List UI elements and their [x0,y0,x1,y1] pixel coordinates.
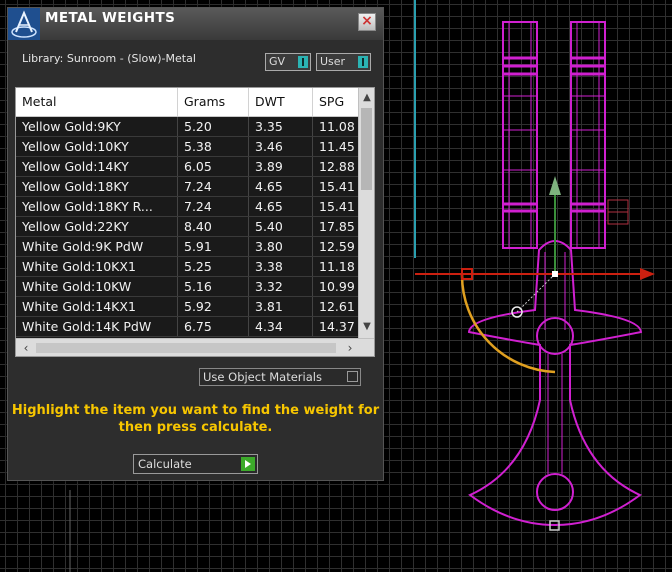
cell-metal: Yellow Gold:18KY [16,177,178,196]
cell-grams: 5.20 [178,117,249,136]
cell-spg: 11.45 [319,139,355,154]
use-object-materials-label: Use Object Materials [203,370,322,384]
dialog-titlebar[interactable]: METAL WEIGHTS × [8,8,383,40]
cell-metal: White Gold:14K PdW [16,317,178,336]
y-axis-arrow[interactable] [549,176,561,195]
cell-dwt: 3.38 [249,257,313,276]
scroll-down-arrow-icon[interactable]: ▼ [359,319,374,335]
cell-metal: Yellow Gold:9KY [16,117,178,136]
checkbox-icon [347,371,358,382]
table-row[interactable]: Yellow Gold:10KY 5.38 3.46 11.45 [16,137,358,157]
cell-metal: Yellow Gold:10KY [16,137,178,156]
table-row[interactable]: White Gold:10KX1 5.25 3.38 11.18 [16,257,358,277]
user-toggle-label: User [320,55,346,68]
calculate-label: Calculate [138,457,192,471]
cell-grams: 7.24 [178,197,249,216]
cell-spg: 12.59 [319,239,355,254]
cell-grams: 7.24 [178,177,249,196]
cell-metal: White Gold:10KX1 [16,257,178,276]
pivot-point[interactable] [552,271,558,277]
cell-grams: 5.91 [178,237,249,256]
cell-dwt: 3.89 [249,157,313,176]
horizontal-scrollbar[interactable]: ‹ › [16,338,374,356]
table-row[interactable]: Yellow Gold:14KY 6.05 3.89 12.88 [16,157,358,177]
horizontal-scroll-thumb[interactable] [36,343,336,353]
cell-metal: White Gold:14KX1 [16,297,178,316]
cell-dwt: 4.65 [249,197,313,216]
cell-dwt: 3.80 [249,237,313,256]
cell-dwt: 3.35 [249,117,313,136]
cell-spg: 14.37 [319,319,355,334]
gv-toggle-label: GV [269,55,286,68]
table-row[interactable]: Yellow Gold:18KY 7.24 4.65 15.41 [16,177,358,197]
scroll-left-arrow-icon[interactable]: ‹ [18,339,34,356]
dialog-title: METAL WEIGHTS [45,10,176,26]
table-header: Metal Grams DWT SPG [16,88,363,117]
cell-grams: 5.38 [178,137,249,156]
library-label: Library: Sunroom - (Slow)-Metal [22,52,196,65]
cell-dwt: 3.81 [249,297,313,316]
user-toggle[interactable]: User [316,53,371,71]
cell-grams: 5.16 [178,277,249,296]
table-row[interactable]: Yellow Gold:22KY 8.40 5.40 17.85 [16,217,358,237]
close-button[interactable]: × [358,13,376,31]
column-header-spg[interactable]: SPG [313,88,363,116]
cell-metal: Yellow Gold:14KY [16,157,178,176]
cell-spg: 15.41 [319,199,355,214]
instruction-text: Highlight the item you want to find the … [11,403,380,435]
vertical-scroll-thumb[interactable] [361,108,372,190]
cell-spg: 11.18 [319,259,355,274]
cell-dwt: 4.65 [249,177,313,196]
metal-table: Metal Grams DWT SPG Yellow Gold:9KY 5.20… [15,87,375,357]
dialog-body: Library: Sunroom - (Slow)-Metal GV User … [8,40,383,480]
scroll-right-arrow-icon[interactable]: › [342,339,358,356]
calculate-button[interactable]: Calculate [133,454,258,474]
vertical-scrollbar[interactable]: ▲ ▼ [358,88,374,338]
app-logo-icon [8,8,40,40]
column-header-metal[interactable]: Metal [16,88,178,116]
column-header-grams[interactable]: Grams [178,88,249,116]
column-header-dwt[interactable]: DWT [249,88,313,116]
play-arrow-icon [241,457,255,471]
cell-spg: 11.08 [319,119,355,134]
cell-spg: 12.88 [319,159,355,174]
use-object-materials-toggle[interactable]: Use Object Materials [199,368,361,386]
cell-spg: 15.41 [319,179,355,194]
table-row[interactable]: White Gold:9K PdW 5.91 3.80 12.59 [16,237,358,257]
toggle-switch-icon [358,56,368,68]
table-row[interactable]: White Gold:14K PdW 6.75 4.34 14.37 [16,317,358,337]
cell-dwt: 4.34 [249,317,313,336]
cell-metal: Yellow Gold:18KY R... [16,197,178,216]
cell-grams: 5.92 [178,297,249,316]
cell-metal: Yellow Gold:22KY [16,217,178,236]
cell-grams: 5.25 [178,257,249,276]
table-row[interactable]: Yellow Gold:9KY 5.20 3.35 11.08 [16,117,358,137]
cell-spg: 17.85 [319,219,355,234]
table-body: Yellow Gold:9KY 5.20 3.35 11.08 Yellow G… [16,117,358,338]
cell-metal: White Gold:10KW [16,277,178,296]
cell-grams: 6.05 [178,157,249,176]
cell-spg: 10.99 [319,279,355,294]
cell-dwt: 5.40 [249,217,313,236]
cell-dwt: 3.46 [249,137,313,156]
metal-weights-dialog: METAL WEIGHTS × Library: Sunroom - (Slow… [7,7,384,481]
cell-dwt: 3.32 [249,277,313,296]
gv-toggle[interactable]: GV [265,53,311,71]
scroll-up-arrow-icon[interactable]: ▲ [359,90,374,106]
table-row[interactable]: White Gold:14KX1 5.92 3.81 12.61 [16,297,358,317]
cell-metal: White Gold:9K PdW [16,237,178,256]
toggle-switch-icon [298,56,308,68]
table-row[interactable]: Yellow Gold:18KY R... 7.24 4.65 15.41 [16,197,358,217]
x-axis-arrow[interactable] [640,268,655,280]
cell-grams: 8.40 [178,217,249,236]
table-row[interactable]: White Gold:10KW 5.16 3.32 10.99 [16,277,358,297]
cell-grams: 6.75 [178,317,249,336]
cell-spg: 12.61 [319,299,355,314]
